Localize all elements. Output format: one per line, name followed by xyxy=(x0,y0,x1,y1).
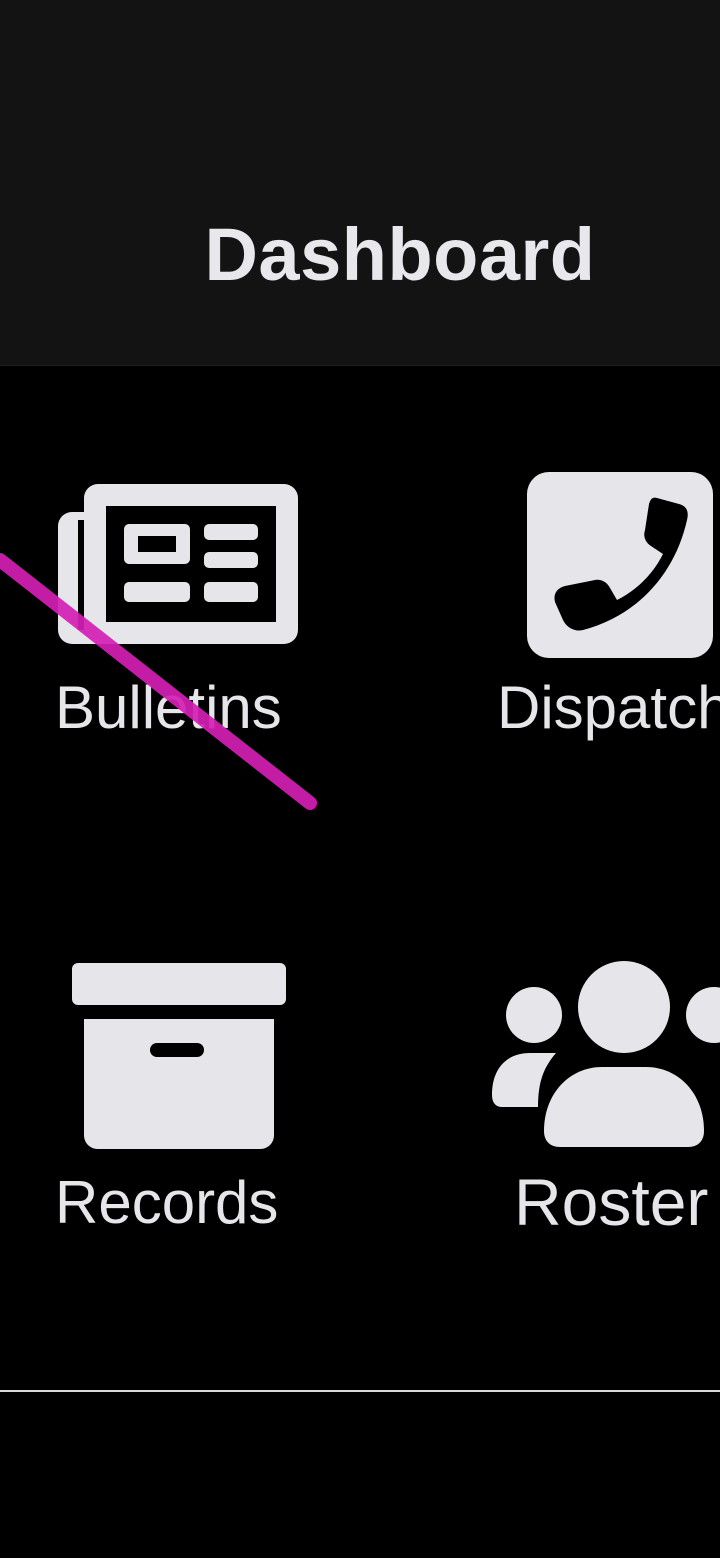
page-title: Dashboard xyxy=(204,213,596,296)
records-tile[interactable]: Records xyxy=(40,955,320,1245)
bulletins-label: Bulletins xyxy=(55,674,282,741)
users-group-icon xyxy=(492,961,720,1147)
newspaper-icon xyxy=(58,484,298,644)
archive-box-icon xyxy=(72,963,286,1149)
dashboard-screen: Dashboard Bulletins Dispatch Records Ros… xyxy=(0,0,720,1558)
roster-tile[interactable]: Roster xyxy=(490,955,720,1245)
phone-square-icon xyxy=(527,472,713,658)
dispatch-label: Dispatch xyxy=(497,674,720,741)
top-bar: Dashboard xyxy=(0,0,720,366)
bulletins-tile[interactable]: Bulletins xyxy=(40,470,320,760)
bottom-divider xyxy=(0,1390,720,1392)
records-label: Records xyxy=(55,1169,279,1236)
dispatch-tile[interactable]: Dispatch xyxy=(495,470,720,760)
roster-label: Roster xyxy=(514,1165,709,1239)
